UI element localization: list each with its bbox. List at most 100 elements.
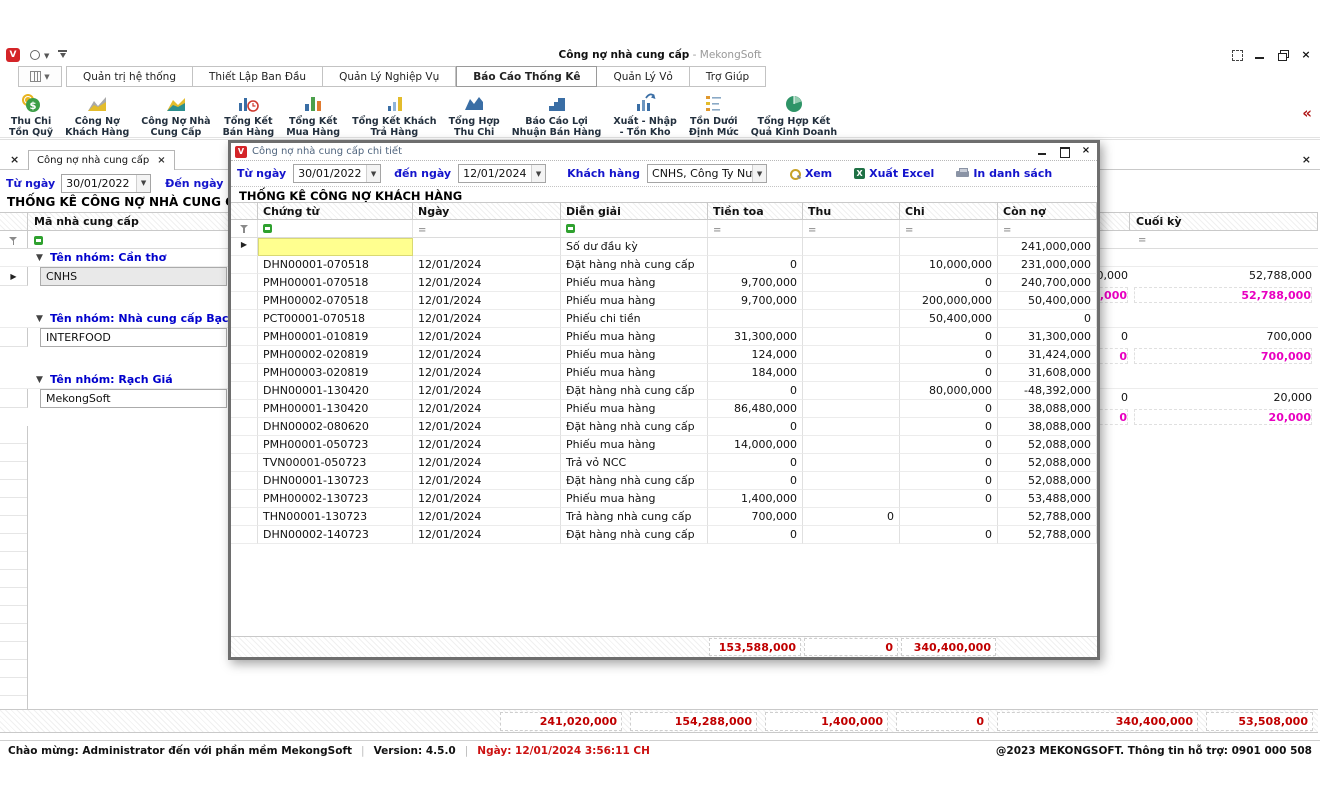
supplier-code-cell: INTERFOOD (40, 328, 227, 347)
column-header-toa[interactable]: Tiền toa (708, 203, 803, 219)
tab-quan-ly-nghiep-vu[interactable]: Quản Lý Nghiệp Vụ (323, 66, 456, 87)
tabstrip-close-icon[interactable]: × (10, 153, 19, 166)
supplier-filter-cell[interactable] (34, 235, 43, 248)
toolbar-item-tong-ket-ban-hang[interactable]: Tổng Kết Bán Hàng (218, 90, 280, 140)
end-period-column-header[interactable]: Cuối kỳ (1130, 213, 1318, 230)
row-indicator-cell (231, 436, 258, 454)
dialog-from-combobox[interactable]: 30/01/2022 ▼ (293, 164, 381, 183)
toolbar-item-cong-no-khach-hang[interactable]: Công Nợ Khách Hàng (60, 90, 134, 140)
cell-date: 12/01/2024 (413, 364, 561, 382)
column-header-date[interactable]: Ngày (413, 203, 561, 219)
table-row[interactable]: TVN00001-05072312/01/2024Trả vỏ NCC0052,… (231, 454, 1097, 472)
row-indicator-cell (231, 400, 258, 418)
column-header-chi[interactable]: Chi (900, 203, 998, 219)
dialog-minimize-button[interactable] (1037, 146, 1047, 156)
dropdown-arrow-icon[interactable]: ▼ (136, 175, 150, 192)
toolbar-item-bao-cao-loi-nhuan-ban-hang[interactable]: Báo Cáo Lợi Nhuận Bán Hàng (507, 90, 607, 140)
dialog-close-button[interactable]: × (1081, 146, 1091, 156)
from-date-combobox[interactable]: 30/01/2022 ▼ (61, 174, 151, 193)
filter-cell-chi[interactable]: = (900, 220, 998, 237)
column-header-balance[interactable]: Còn nợ (998, 203, 1097, 219)
dialog-titlebar[interactable]: V Công nợ nhà cung cấp chi tiết × (231, 143, 1097, 161)
toolbar-item-tong-ket-khach-tra-hang[interactable]: Tổng Kết Khách Trả Hàng (347, 90, 441, 140)
tab-thiet-lap-ban-dau[interactable]: Thiết Lập Ban Đầu (193, 66, 323, 87)
tab-bao-cao-thong-ke[interactable]: Báo Cáo Thống Kê (456, 66, 597, 87)
endperiod-filter-cell[interactable]: = (1138, 233, 1146, 246)
group-collapse-icon[interactable]: ▼ (36, 375, 43, 385)
toolbar-item-xuat-nhap-ton-kho[interactable]: Xuất - Nhập - Tồn Kho (608, 90, 682, 140)
dropdown-arrow-icon[interactable]: ▼ (366, 165, 380, 182)
table-row[interactable]: DHN00002-08062012/01/2024Đặt hàng nhà cu… (231, 418, 1097, 436)
filter-row-indicator[interactable] (0, 231, 28, 248)
table-row[interactable]: PMH00001-07051812/01/2024Phiếu mua hàng9… (231, 274, 1097, 292)
close-button[interactable]: × (1300, 49, 1312, 61)
table-row[interactable]: DHN00001-13042012/01/2024Đặt hàng nhà cu… (231, 382, 1097, 400)
window-title-suffix: - MekongSoft (689, 49, 761, 61)
table-row[interactable]: PMH00003-02081912/01/2024Phiếu mua hàng1… (231, 364, 1097, 382)
table-row[interactable]: ▶Số dư đầu kỳ241,000,000 (231, 238, 1097, 256)
dropdown-arrow-icon[interactable]: ▼ (531, 165, 545, 182)
print-list-button[interactable]: In danh sách (956, 167, 1052, 180)
from-date-label: Từ ngày (6, 177, 55, 190)
launcher-caret-icon: ▼ (44, 73, 49, 81)
cell-doc: PMH00001-130420 (258, 400, 413, 418)
view-button[interactable]: Xem (789, 167, 832, 180)
toolbar-item-tong-hop-ket-qua-kinh-doanh[interactable]: Tổng Hợp Kết Quả Kinh Doanh (746, 90, 842, 140)
group-collapse-icon[interactable]: ▼ (36, 253, 43, 263)
dialog-maximize-button[interactable] (1059, 146, 1069, 156)
select-window-icon[interactable] (1231, 49, 1243, 61)
export-excel-button[interactable]: XXuất Excel (854, 167, 934, 180)
column-header-doc[interactable]: Chứng từ (258, 203, 413, 219)
table-row[interactable]: DHN00002-14072312/01/2024Đặt hàng nhà cu… (231, 526, 1097, 544)
toolbar-item-tong-ket-mua-hang[interactable]: Tổng Kết Mua Hàng (281, 90, 345, 140)
filter-cell-doc[interactable] (258, 220, 413, 237)
toolbar-item-thu-chi-ton-quy[interactable]: $Thu Chi Tồn Quỹ (4, 90, 58, 140)
cell-desc: Đặt hàng nhà cung cấp (561, 526, 708, 544)
status-separator: | (465, 745, 469, 757)
table-row[interactable]: PMH00001-13042012/01/2024Phiếu mua hàng8… (231, 400, 1097, 418)
table-row[interactable]: DHN00001-13072312/01/2024Đặt hàng nhà cu… (231, 472, 1097, 490)
column-header-thu[interactable]: Thu (803, 203, 900, 219)
dialog-to-combobox[interactable]: 12/01/2024 ▼ (458, 164, 546, 183)
table-row[interactable]: PMH00002-07051812/01/2024Phiếu mua hàng9… (231, 292, 1097, 310)
tab-close-icon[interactable]: × (157, 155, 165, 166)
table-row[interactable]: PCT00001-07051812/01/2024Phiếu chi tiền5… (231, 310, 1097, 328)
table-row[interactable]: DHN00001-07051812/01/2024Đặt hàng nhà cu… (231, 256, 1097, 274)
magnifier-icon (789, 168, 801, 180)
restore-button[interactable] (1277, 49, 1289, 61)
toolbar-collapse-icon[interactable]: « (1302, 106, 1312, 120)
launcher-grid-icon (30, 71, 41, 82)
dropdown-arrow-icon[interactable]: ▼ (752, 165, 766, 182)
cell-doc: PMH00003-020819 (258, 364, 413, 382)
column-header-desc[interactable]: Diễn giải (561, 203, 708, 219)
filter-cell-thu[interactable]: = (803, 220, 900, 237)
table-row[interactable]: PMH00002-02081912/01/2024Phiếu mua hàng1… (231, 346, 1097, 364)
tabstrip-close-right-icon[interactable]: × (1302, 153, 1311, 166)
tab-quan-ly-vo[interactable]: Quản Lý Vỏ (597, 66, 689, 87)
toolbar-item-tong-hop-thu-chi[interactable]: Tổng Hợp Thu Chi (444, 90, 505, 140)
table-row[interactable]: PMH00002-13072312/01/2024Phiếu mua hàng1… (231, 490, 1097, 508)
table-row[interactable]: PMH00001-05072312/01/2024Phiếu mua hàng1… (231, 436, 1097, 454)
minimize-button[interactable] (1254, 49, 1266, 61)
filter-cell-toa[interactable]: = (708, 220, 803, 237)
filter-cell-desc[interactable] (561, 220, 708, 237)
filter-cell-balance[interactable]: = (998, 220, 1097, 237)
toolbar-item-cong-no-nha-cung-cap[interactable]: Công Nợ Nhà Cung Cấp (136, 90, 215, 140)
group-collapse-icon[interactable]: ▼ (36, 314, 43, 324)
filter-row-indicator[interactable] (231, 220, 258, 237)
cell-toa: 700,000 (708, 508, 803, 526)
filter-cell-date[interactable]: = (413, 220, 561, 237)
tab-tro-giup[interactable]: Trợ Giúp (690, 66, 766, 87)
toolbar-item-label: Báo Cáo Lợi Nhuận Bán Hàng (512, 116, 602, 139)
ribbon-launcher-button[interactable]: ▼ (18, 66, 62, 87)
tab-quan-tri-he-thong[interactable]: Quản trị hệ thống (66, 66, 193, 87)
tab-cong-no-nha-cung-cap[interactable]: Công nợ nhà cung cấp × (28, 150, 175, 170)
status-separator: | (361, 745, 365, 757)
group-name-label: Tên nhóm: Cần thơ (50, 251, 166, 264)
cell-balance: 52,088,000 (998, 472, 1097, 490)
table-row[interactable]: THN00001-13072312/01/2024Trả hàng nhà cu… (231, 508, 1097, 526)
table-row[interactable]: PMH00001-01081912/01/2024Phiếu mua hàng3… (231, 328, 1097, 346)
toolbar-item-ton-duoi-dinh-muc[interactable]: Tồn Dưới Định Mức (684, 90, 744, 140)
customer-combobox[interactable]: CNHS, Công Ty Nước ... ▼ (647, 164, 767, 183)
cell-balance: 52,788,000 (998, 526, 1097, 544)
